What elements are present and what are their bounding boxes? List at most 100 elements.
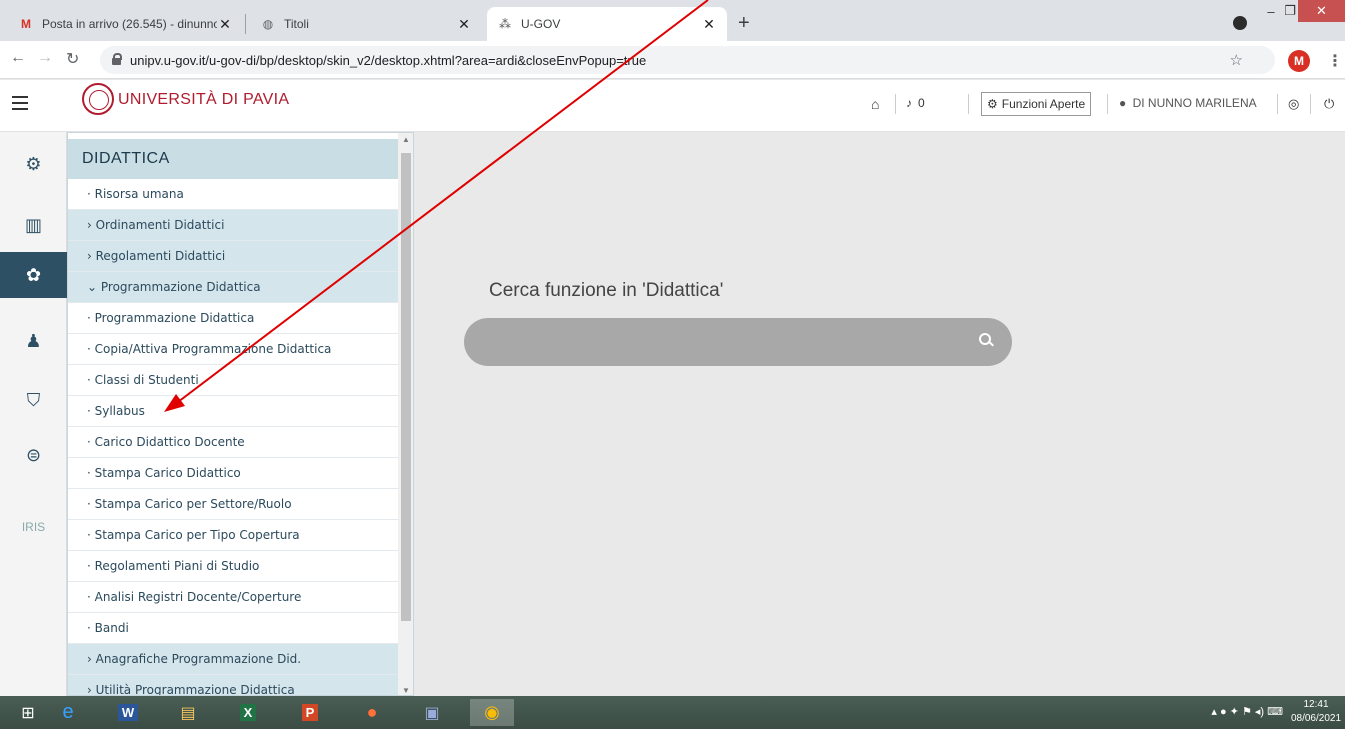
clock-time: 12:41: [1303, 699, 1329, 710]
browser-toolbar: ← → ↻ unipv.u-gov.it/u-gov-di/bp/desktop…: [0, 41, 1345, 79]
university-seal-logo: [82, 83, 114, 115]
app-window-icon[interactable]: ▣: [410, 699, 454, 726]
user-circle-icon: ●: [1119, 96, 1127, 110]
header-divider: [1310, 94, 1311, 114]
scroll-down-icon[interactable]: ▼: [398, 686, 413, 695]
university-logo-text: UNIVERSITÀ DI PAVIA: [118, 91, 290, 108]
windows-start-icon[interactable]: ⊞: [6, 699, 50, 726]
internet-explorer-icon[interactable]: e: [46, 699, 90, 726]
profile-avatar[interactable]: M: [1288, 50, 1310, 72]
tab-titoli[interactable]: ◍ Titoli ✕: [250, 7, 482, 41]
gears-icon[interactable]: ⚙: [0, 141, 67, 187]
menu-group-item[interactable]: › Regolamenti Didattici: [68, 241, 398, 272]
chrome-icon[interactable]: ◉: [470, 699, 514, 726]
user-name: DI NUNNO MARILENA: [1132, 96, 1257, 110]
funzioni-aperte-label: Funzioni Aperte: [1001, 97, 1086, 111]
minimize-icon[interactable]: –: [1262, 0, 1280, 22]
menu-item[interactable]: · Risorsa umana: [68, 179, 398, 210]
tab-title: Posta in arrivo (26.545) - dinunno: [42, 17, 217, 31]
clock-date: 08/06/2021: [1290, 713, 1342, 724]
brain-icon[interactable]: ✿: [0, 252, 67, 298]
address-bar[interactable]: unipv.u-gov.it/u-gov-di/bp/desktop/skin_…: [100, 46, 1275, 74]
didattica-menu-panel: DIDATTICA · Risorsa umana › Ordinamenti D…: [67, 132, 414, 696]
tab-ugov[interactable]: ⁂ U-GOV ✕: [487, 7, 727, 41]
main-content: Cerca funzione in 'Didattica': [414, 132, 1345, 696]
taskbar-clock[interactable]: 12:41 08/06/2021: [1290, 698, 1342, 726]
menu-item[interactable]: · Bandi: [68, 613, 398, 644]
home-icon[interactable]: ⌂: [871, 96, 879, 112]
menu-item[interactable]: · Carico Didattico Docente: [68, 427, 398, 458]
reload-icon[interactable]: ↻: [66, 49, 79, 69]
menu-item[interactable]: · Stampa Carico per Tipo Copertura: [68, 520, 398, 551]
users-icon[interactable]: ♟: [0, 318, 67, 364]
tab-title: U-GOV: [521, 17, 561, 31]
back-icon[interactable]: ←: [10, 49, 26, 67]
help-lifebuoy-icon[interactable]: ◎: [1288, 96, 1299, 112]
search-input[interactable]: [484, 330, 964, 354]
bookmark-star-icon[interactable]: ☆: [1230, 51, 1243, 69]
hamburger-menu-icon[interactable]: [12, 96, 28, 110]
excel-icon[interactable]: X: [226, 699, 270, 726]
funzioni-aperte-button[interactable]: ⚙ Funzioni Aperte: [981, 92, 1092, 116]
menu-item[interactable]: · Stampa Carico Didattico: [68, 458, 398, 489]
power-icon[interactable]: ⏻: [1324, 96, 1334, 112]
forward-icon[interactable]: →: [37, 49, 53, 67]
close-icon[interactable]: ✕: [217, 16, 233, 33]
menu-group-item[interactable]: › Utilità Programmazione Didattica: [68, 675, 398, 695]
word-icon[interactable]: W: [106, 699, 150, 726]
menu-item[interactable]: · Classi di Studenti: [68, 365, 398, 396]
window-close-icon[interactable]: ✕: [1298, 0, 1345, 22]
menu-item[interactable]: · Regolamenti Piani di Studio: [68, 551, 398, 582]
maximize-icon[interactable]: ❐: [1283, 0, 1297, 22]
shield-check-icon[interactable]: ⛉: [0, 377, 67, 423]
close-icon[interactable]: ✕: [456, 16, 472, 33]
notifications[interactable]: ♪ 0: [906, 96, 925, 110]
left-rail: ⚙ ▥ ✿ ♟ ⛉ ⊜ IRIS: [0, 132, 67, 696]
toggle-icon[interactable]: ⊜: [0, 432, 67, 478]
gmail-icon: M: [21, 17, 31, 31]
menu-item[interactable]: · Stampa Carico per Settore/Ruolo: [68, 489, 398, 520]
menu-group-item[interactable]: ⌄ Programmazione Didattica: [68, 272, 398, 303]
gear-icon: ⚙: [987, 97, 998, 111]
menu-list: · Risorsa umana › Ordinamenti Didattici › …: [68, 179, 398, 695]
lock-icon: [112, 53, 122, 65]
powerpoint-icon[interactable]: P: [288, 699, 332, 726]
menu-item[interactable]: · Analisi Registri Docente/Coperture: [68, 582, 398, 613]
chart-icon[interactable]: ▥: [0, 202, 67, 248]
close-icon[interactable]: ✕: [701, 16, 717, 33]
header-divider: [1277, 94, 1278, 114]
menu-item[interactable]: · Programmazione Didattica: [68, 303, 398, 334]
search-icon[interactable]: [979, 333, 993, 347]
menu-item[interactable]: · Syllabus: [68, 396, 398, 427]
firefox-icon[interactable]: ●: [350, 699, 394, 726]
search-box: [464, 318, 1012, 366]
header-divider: [895, 94, 896, 114]
menu-scrollbar[interactable]: ▲ ▼: [398, 133, 413, 695]
tab-divider: [245, 14, 246, 34]
user-menu[interactable]: ● DI NUNNO MARILENA: [1119, 96, 1257, 110]
windows-taskbar: ⊞ e W ▤ X P ● ▣ ◉ ▴ ● ✦ ⚑ ◂) ⌨ 12:41 08/…: [0, 696, 1345, 729]
system-tray[interactable]: ▴ ● ✦ ⚑ ◂) ⌨: [1211, 705, 1283, 718]
browser-menu-icon[interactable]: ⋮: [1327, 51, 1343, 71]
scrollbar-thumb[interactable]: [401, 153, 411, 621]
new-tab-button[interactable]: +: [738, 12, 750, 35]
tab-title: Titoli: [284, 17, 309, 31]
scroll-up-icon[interactable]: ▲: [398, 135, 413, 144]
extension-icon[interactable]: [1233, 16, 1247, 30]
menu-title: DIDATTICA: [68, 139, 398, 179]
browser-tabstrip: M Posta in arrivo (26.545) - dinunno ✕ ◍…: [0, 0, 1345, 41]
menu-group-item[interactable]: › Anagrafiche Programmazione Did.: [68, 644, 398, 675]
app-header: UNIVERSITÀ DI PAVIA ⌂ ♪ 0 ⚙ Funzioni Ape…: [0, 80, 1345, 132]
ugov-icon: ⁂: [499, 17, 511, 31]
menu-item[interactable]: · Copia/Attiva Programmazione Didattica: [68, 334, 398, 365]
iris-icon[interactable]: IRIS: [0, 504, 67, 550]
menu-group-item[interactable]: › Ordinamenti Didattici: [68, 210, 398, 241]
header-divider: [968, 94, 969, 114]
globe-icon: ◍: [262, 17, 274, 31]
bell-icon: ♪: [906, 96, 912, 110]
search-label: Cerca funzione in 'Didattica': [489, 280, 724, 301]
tab-gmail[interactable]: M Posta in arrivo (26.545) - dinunno ✕: [8, 7, 243, 41]
url-text[interactable]: unipv.u-gov.it/u-gov-di/bp/desktop/skin_…: [130, 53, 646, 68]
notifications-count: 0: [918, 96, 925, 110]
file-explorer-icon[interactable]: ▤: [166, 699, 210, 726]
